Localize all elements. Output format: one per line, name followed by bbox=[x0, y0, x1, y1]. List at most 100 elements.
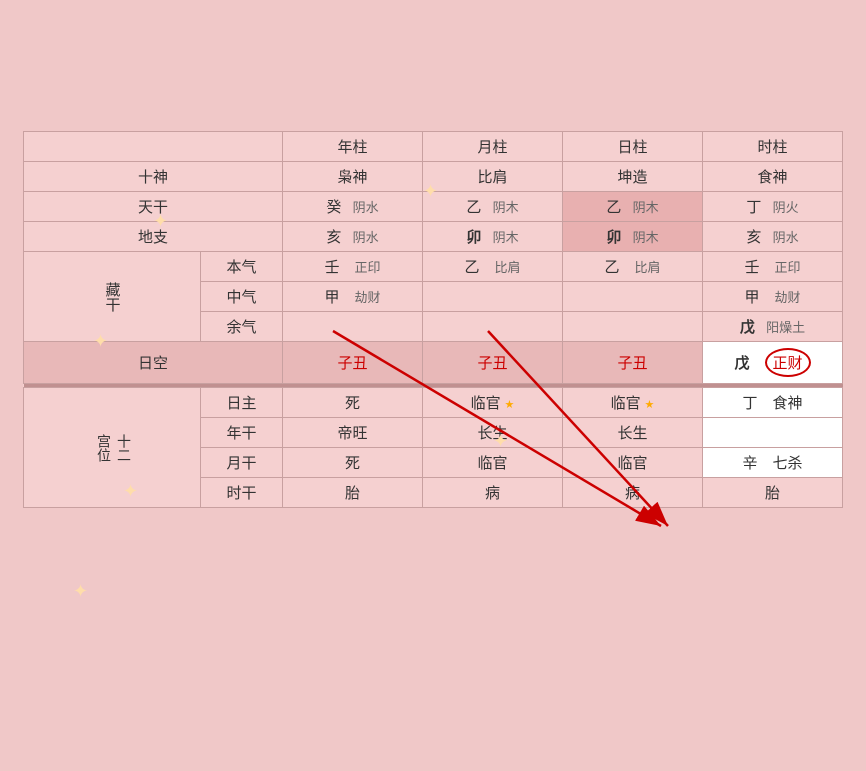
tiangan-ri: 乙 阴木 bbox=[563, 192, 703, 222]
dizhi-yue-attr: 阴木 bbox=[493, 230, 519, 245]
shier-yuegan-nian: 死 bbox=[283, 448, 423, 478]
yuqi-nian bbox=[283, 312, 423, 342]
zhongqi-shi-char: 甲 bbox=[744, 290, 759, 306]
shier-label: 十二宫位 bbox=[24, 388, 201, 508]
header-yue: 月柱 bbox=[423, 132, 563, 162]
dizhi-nian-attr: 阴水 bbox=[353, 230, 379, 245]
dizhi-ri-attr: 阴木 bbox=[633, 230, 659, 245]
rikong-ri: 子丑 bbox=[563, 342, 703, 384]
yuqi-label: 余气 bbox=[201, 312, 283, 342]
tiangan-yue-attr: 阴木 bbox=[493, 200, 519, 215]
benqi-nian-attr: 正印 bbox=[355, 260, 381, 275]
dizhi-yue: 卯 阴木 bbox=[423, 222, 563, 252]
tiangan-ri-attr: 阴木 bbox=[633, 200, 659, 215]
shishen-row: 十神 枭神 比肩 坤造 食神 bbox=[24, 162, 843, 192]
zhongqi-shi-attr: 劫财 bbox=[775, 290, 801, 305]
yuqi-shi-attr: 阳燥土 bbox=[766, 320, 805, 335]
rikong-nian-val: 子丑 bbox=[337, 356, 367, 372]
popup-line1: 戊 正财 bbox=[709, 346, 836, 379]
shier-yuegan-ri: 临官 bbox=[563, 448, 703, 478]
popup-xin-char: 辛 bbox=[742, 456, 757, 472]
tiangan-shi: 丁 阴火 bbox=[703, 192, 843, 222]
benqi-shi-char: 壬 bbox=[744, 260, 759, 276]
rikong-row: 日空 子丑 子丑 子丑 戊 正财 bbox=[24, 342, 843, 384]
rikong-label: 日空 bbox=[24, 342, 283, 384]
tiangan-label: 天干 bbox=[24, 192, 283, 222]
dizhi-ri: 卯 阴木 bbox=[563, 222, 703, 252]
star-icon1: ★ bbox=[504, 399, 514, 411]
yuqi-yue bbox=[423, 312, 563, 342]
benqi-label: 本气 bbox=[201, 252, 283, 282]
dizhi-shi-char: 亥 bbox=[746, 230, 761, 246]
benqi-yue-attr: 比肩 bbox=[495, 260, 521, 275]
popup-wu-char: 戊 bbox=[734, 356, 749, 372]
header-row: 年柱 月柱 日柱 时柱 bbox=[24, 132, 843, 162]
shier-shigan-shi: 胎 bbox=[703, 478, 843, 508]
rikong-yue: 子丑 bbox=[423, 342, 563, 384]
zhongqi-nian-attr: 劫财 bbox=[355, 290, 381, 305]
header-ri: 日柱 bbox=[563, 132, 703, 162]
header-nian: 年柱 bbox=[283, 132, 423, 162]
header-shi: 时柱 bbox=[703, 132, 843, 162]
shier-niangan-nian: 帝旺 bbox=[283, 418, 423, 448]
benqi-nian-char: 壬 bbox=[324, 260, 339, 276]
dizhi-yue-char: 卯 bbox=[466, 230, 481, 246]
zhongqi-ri bbox=[563, 282, 703, 312]
tiangan-yue: 乙 阴木 bbox=[423, 192, 563, 222]
shier-yuegan-yue: 临官 bbox=[423, 448, 563, 478]
zhongqi-shi: 甲 劫财 bbox=[703, 282, 843, 312]
tiangan-ri-char: 乙 bbox=[606, 200, 621, 216]
zhongqi-yue bbox=[423, 282, 563, 312]
dizhi-ri-char: 卯 bbox=[606, 230, 621, 246]
tiangan-nian: 癸 阴水 bbox=[283, 192, 423, 222]
tiangan-shi-char: 丁 bbox=[746, 200, 761, 216]
yuqi-ri bbox=[563, 312, 703, 342]
zhongqi-nian: 甲 劫财 bbox=[283, 282, 423, 312]
tiangan-yue-char: 乙 bbox=[466, 200, 481, 216]
shishen-ri: 坤造 bbox=[563, 162, 703, 192]
benqi-shi-attr: 正印 bbox=[775, 260, 801, 275]
dizhi-label: 地支 bbox=[24, 222, 283, 252]
canggan-label: 藏干 bbox=[24, 252, 201, 342]
shier-rizhu-ri: 临官 ★ bbox=[563, 388, 703, 418]
tiangan-shi-attr: 阴火 bbox=[773, 200, 799, 215]
rikong-ri-val: 子丑 bbox=[617, 356, 647, 372]
blank-header bbox=[24, 132, 283, 162]
shishen-nian: 枭神 bbox=[283, 162, 423, 192]
dizhi-nian-char: 亥 bbox=[326, 230, 341, 246]
dizhi-nian: 亥 阴水 bbox=[283, 222, 423, 252]
shier-niangan-yue: 长生 bbox=[423, 418, 563, 448]
popup-ding-char: 丁 bbox=[742, 396, 757, 412]
tiangan-nian-char: 癸 bbox=[326, 200, 341, 216]
shier-niangan-ri: 长生 bbox=[563, 418, 703, 448]
dizhi-shi-attr: 阴水 bbox=[773, 230, 799, 245]
shier-popup-empty1 bbox=[703, 418, 843, 448]
benqi-nian: 壬 正印 bbox=[283, 252, 423, 282]
shier-yuegan-label: 月干 bbox=[201, 448, 283, 478]
shier-shigan-yue: 病 bbox=[423, 478, 563, 508]
shier-row1: 十二宫位 日主 死 临官 ★ 临官 ★ 丁 食神 bbox=[24, 388, 843, 418]
benqi-ri-char: 乙 bbox=[604, 260, 619, 276]
shishen-yue: 比肩 bbox=[423, 162, 563, 192]
benqi-yue: 乙 比肩 bbox=[423, 252, 563, 282]
shier-popup-ding: 丁 食神 bbox=[703, 388, 843, 418]
benqi-ri: 乙 比肩 bbox=[563, 252, 703, 282]
shishen-label: 十神 bbox=[24, 162, 283, 192]
yuqi-shi: 戊 阳燥土 bbox=[703, 312, 843, 342]
shier-shigan-ri: 病 bbox=[563, 478, 703, 508]
shier-shigan-label: 时干 bbox=[201, 478, 283, 508]
rikong-shi: 戊 正财 bbox=[703, 342, 843, 384]
popup-xin-attr: 七杀 bbox=[773, 456, 803, 472]
zhongqi-nian-char: 甲 bbox=[324, 290, 339, 306]
benqi-shi: 壬 正印 bbox=[703, 252, 843, 282]
shier-rizhu-label: 日主 bbox=[201, 388, 283, 418]
popup-ding-attr: 食神 bbox=[773, 396, 803, 412]
dizhi-row: 地支 亥 阴水 卯 阴木 卯 阴木 亥 阴水 bbox=[24, 222, 843, 252]
shishen-shi: 食神 bbox=[703, 162, 843, 192]
star-icon2: ★ bbox=[644, 399, 654, 411]
yuqi-shi-char: 戊 bbox=[740, 320, 755, 336]
canggan-benqi-row: 藏干 本气 壬 正印 乙 比肩 乙 比肩 壬 正印 bbox=[24, 252, 843, 282]
benqi-yue-char: 乙 bbox=[464, 260, 479, 276]
popup-zhengcai: 正财 bbox=[765, 348, 811, 377]
shier-rizhu-nian: 死 bbox=[283, 388, 423, 418]
